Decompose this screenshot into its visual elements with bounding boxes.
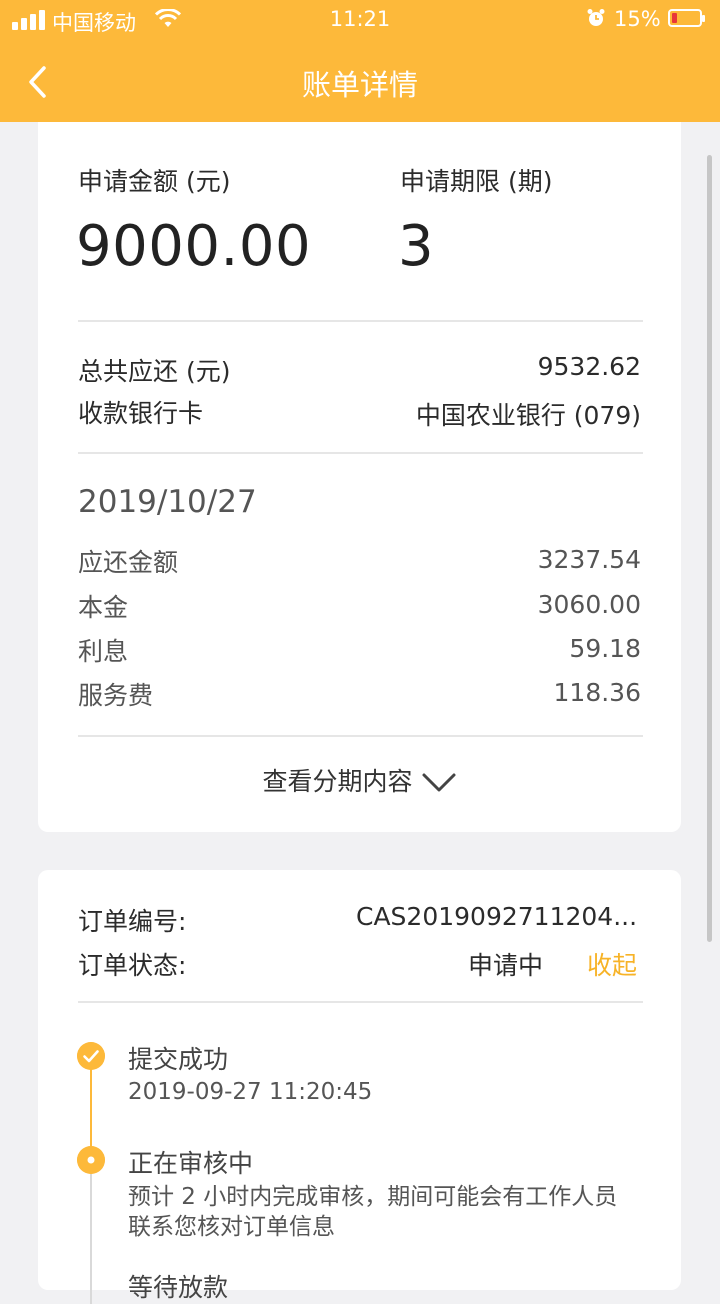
order-card: 订单编号: CAS2019092711204... 订单状态: 申请中 收起 提… — [38, 870, 681, 1304]
amount-value: 9000.00 — [76, 214, 312, 279]
order-status-label: 订单状态: — [78, 951, 187, 980]
timeline-step-title: 提交成功 — [128, 1045, 229, 1074]
divider — [78, 452, 643, 454]
battery-percent: 15% — [614, 7, 661, 31]
interest-label: 利息 — [78, 637, 129, 666]
order-number-value: CAS2019092711204... — [356, 902, 638, 931]
bank-label: 收款银行卡 — [78, 399, 204, 428]
due-amount-value: 3237.54 — [537, 545, 641, 574]
amount-label: 申请金额 (元) — [78, 167, 231, 196]
order-number-label: 订单编号: — [78, 907, 187, 936]
order-status-value: 申请中 — [468, 951, 544, 980]
battery-icon — [668, 9, 705, 27]
bill-summary-card: 申请金额 (元) 9000.00 申请期限 (期) 3 总共应还 (元) 953… — [38, 122, 681, 832]
in-progress-dot-icon — [77, 1146, 105, 1174]
timeline-step-title: 正在审核中 — [128, 1149, 254, 1178]
interest-value: 59.18 — [569, 634, 641, 663]
service-fee-value: 118.36 — [553, 678, 641, 707]
timeline-step-detail: 预计 2 小时内完成审核，期间可能会有工作人员 — [128, 1184, 618, 1210]
principal-value: 3060.00 — [537, 590, 641, 619]
timeline-line — [90, 1174, 92, 1304]
divider — [78, 320, 643, 322]
principal-label: 本金 — [78, 593, 129, 622]
check-icon — [77, 1042, 105, 1070]
service-fee-label: 服务费 — [78, 681, 154, 710]
timeline-step-time: 2019-09-27 11:20:45 — [128, 1079, 373, 1105]
status-bar: 中国移动 11:21 15% — [0, 0, 720, 40]
view-installments-label: 查看分期内容 — [262, 767, 413, 796]
timeline-step-detail: 联系您核对订单信息 — [128, 1214, 335, 1240]
term-value: 3 — [398, 214, 435, 279]
view-installments-button[interactable]: 查看分期内容 — [38, 762, 681, 798]
bank-value: 中国农业银行 (079) — [415, 401, 641, 430]
total-value: 9532.62 — [537, 352, 641, 381]
total-label: 总共应还 (元) — [78, 357, 231, 386]
page-title: 账单详情 — [301, 68, 418, 102]
clock: 11:21 — [329, 7, 391, 31]
alarm-icon — [587, 9, 605, 26]
collapse-button[interactable]: 收起 — [587, 946, 637, 982]
timeline-step-title: 等待放款 — [128, 1273, 229, 1302]
due-amount-label: 应还金额 — [78, 548, 179, 577]
divider — [78, 1001, 643, 1003]
scrollbar[interactable] — [707, 155, 712, 942]
divider — [78, 735, 643, 737]
term-label: 申请期限 (期) — [400, 167, 553, 196]
installment-date: 2019/10/27 — [78, 484, 257, 520]
app-header: 中国移动 11:21 15% 账单详情 — [0, 0, 720, 122]
chevron-down-icon — [422, 773, 455, 792]
